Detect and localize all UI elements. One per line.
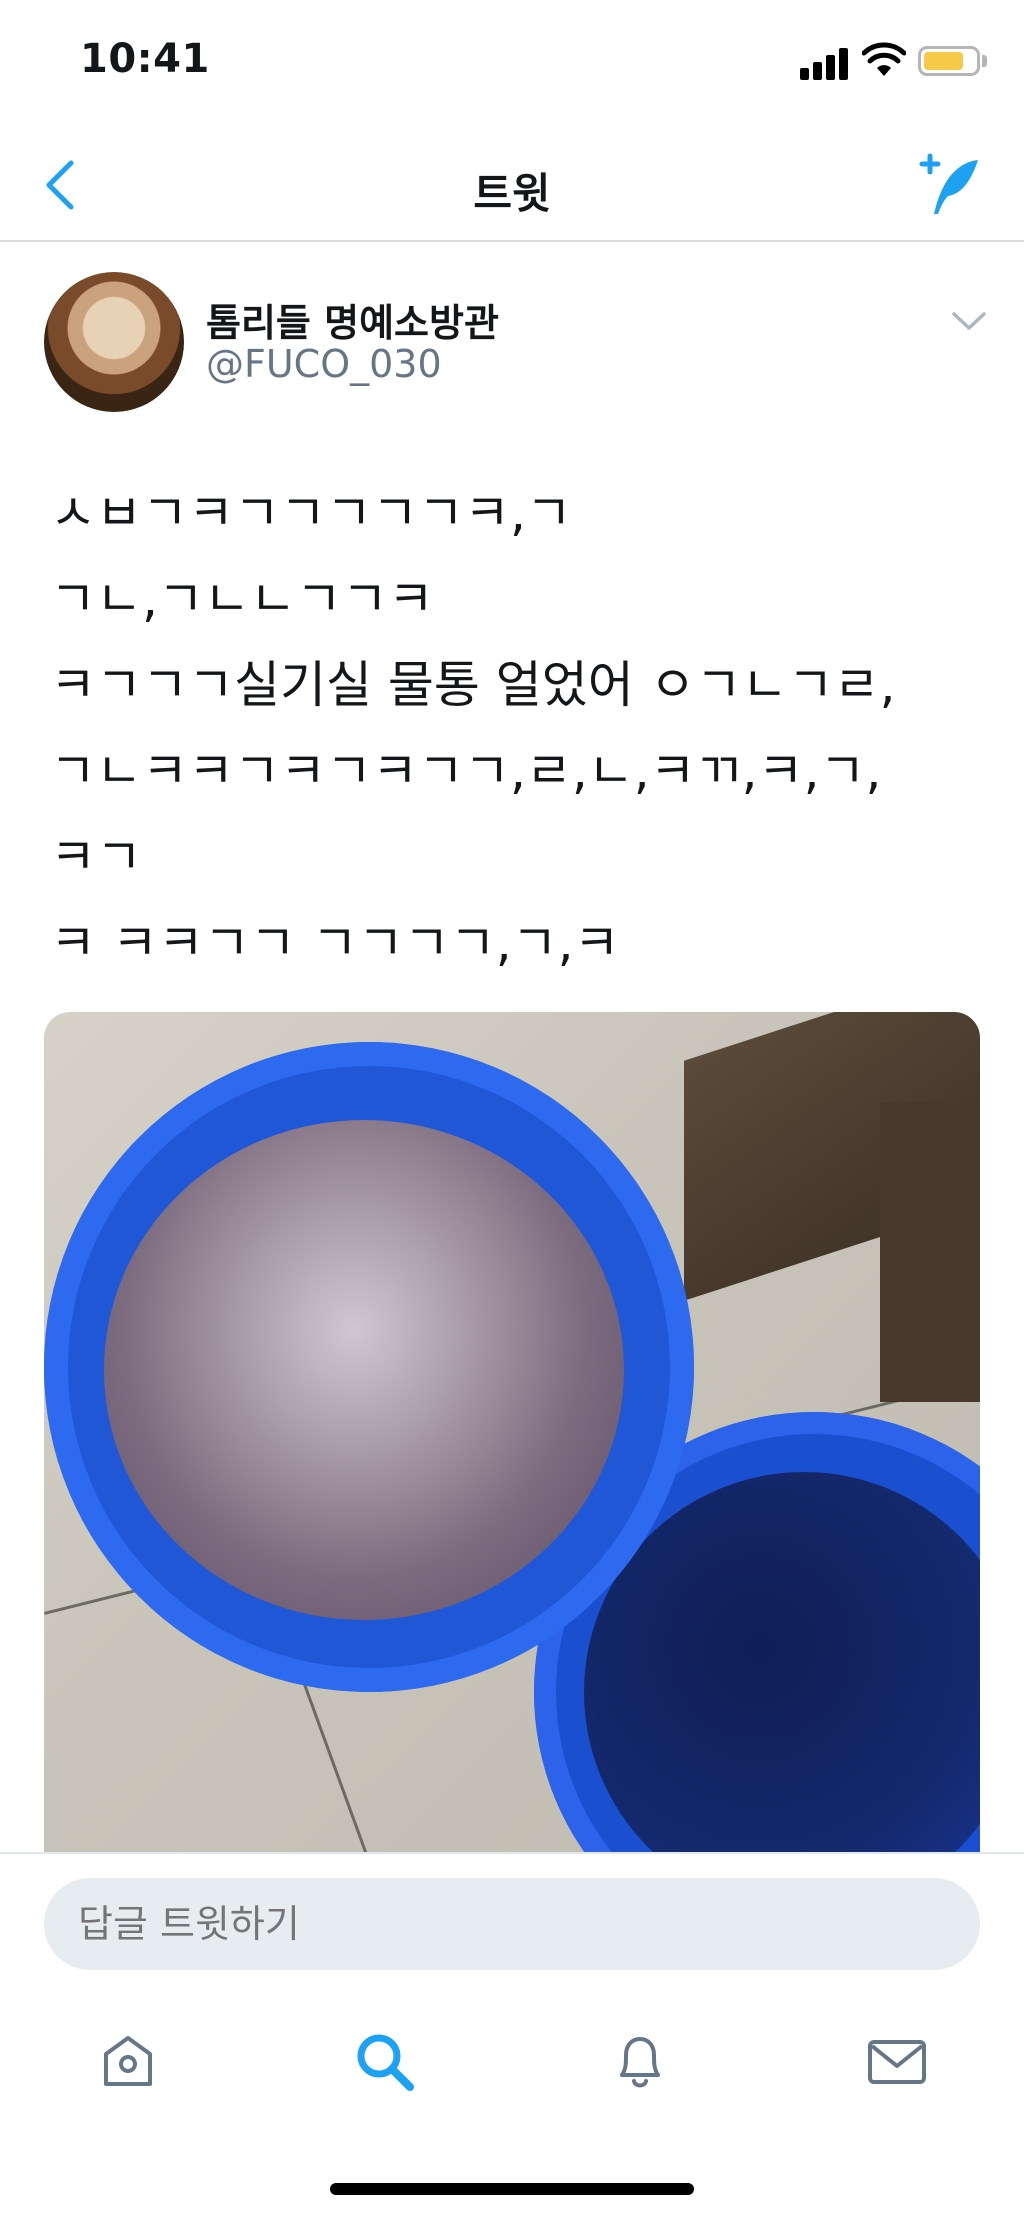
bell-icon	[620, 2037, 660, 2088]
tweet-text-line: ㅋㄱㄱㄱ실기실 물통 얼었어 ㅇㄱㄴㄱㄹ,	[50, 656, 896, 714]
tab-messages[interactable]	[857, 2022, 937, 2102]
tweet-detail-screen: 10:41 트윗 톰리들 명예소방관 @FUCO_030 ㅅㅂㄱㅋㄱㄱㄱㄱㄱㅋ,…	[0, 0, 1024, 2217]
cellular-signal-icon	[800, 46, 852, 80]
home-icon	[104, 2036, 152, 2086]
chevron-down-icon[interactable]	[946, 300, 992, 340]
tweet-text-line: ㅋㄱ	[50, 828, 142, 886]
tweet-text-line: ㄱㄴㅋㅋㄱㅋㄱㅋㄱㄱ,ㄹ,ㄴ,ㅋㄲ,ㅋ,ㄱ,	[50, 742, 882, 800]
tab-home[interactable]	[88, 2022, 168, 2102]
mail-icon	[868, 2040, 926, 2084]
frozen-water-surface	[104, 1120, 624, 1620]
author-avatar[interactable]	[44, 272, 184, 412]
status-bar: 10:41	[0, 0, 1024, 130]
wifi-icon	[862, 42, 906, 76]
battery-icon	[918, 46, 980, 76]
compose-tweet-icon[interactable]	[908, 144, 988, 224]
battery-level	[924, 52, 963, 70]
home-indicator[interactable]	[330, 2183, 694, 2195]
battery-tip	[982, 55, 987, 67]
search-icon	[357, 2034, 414, 2091]
navigation-bar: 트윗	[0, 130, 1024, 242]
tweet-text-line: ㅅㅂㄱㅋㄱㄱㄱㄱㄱㅋ,ㄱ	[50, 484, 572, 542]
wooden-stool-leg	[880, 1102, 980, 1402]
tweet-text-line: ㅋ ㅋㅋㄱㄱ ㄱㄱㄱㄱ,ㄱ,ㅋ	[50, 914, 620, 972]
tab-search[interactable]	[345, 2022, 425, 2102]
tweet-text-line: ㄱㄴ,ㄱㄴㄴㄱㄱㅋ	[50, 570, 434, 628]
tab-bar	[0, 1982, 1024, 2122]
reply-bar	[0, 1852, 1024, 1982]
tab-notifications[interactable]	[600, 2022, 680, 2102]
status-time: 10:41	[80, 36, 210, 82]
tweet-photo[interactable]	[44, 1012, 980, 1852]
page-title: 트윗	[473, 169, 551, 218]
author-name[interactable]: 톰리들 명예소방관	[206, 292, 499, 347]
tweet-text: ㅅㅂㄱㅋㄱㄱㄱㄱㄱㅋ,ㄱ ㄱㄴ,ㄱㄴㄴㄱㄱㅋ ㅋㄱㄱㄱ실기실 물통 얼었어 ㅇㄱ…	[50, 470, 990, 986]
author-handle[interactable]: @FUCO_030	[206, 342, 442, 386]
reply-input[interactable]	[44, 1878, 980, 1970]
